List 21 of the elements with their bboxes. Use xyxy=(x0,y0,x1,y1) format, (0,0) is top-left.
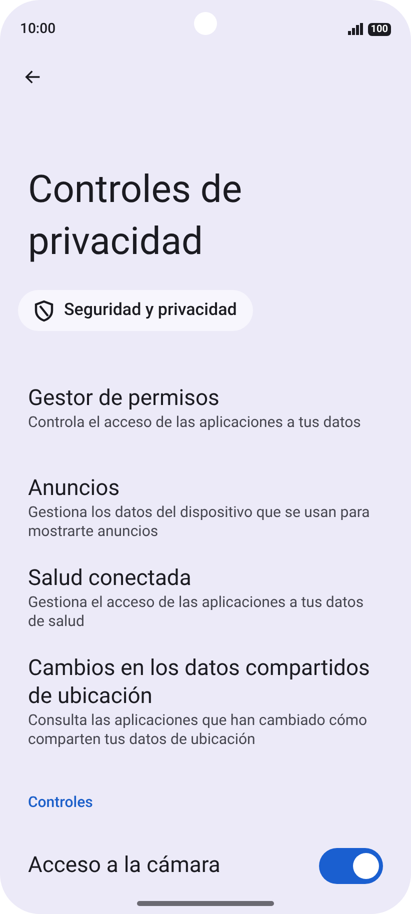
signal-icon xyxy=(348,23,364,35)
page-title: Controles de privacidad xyxy=(28,167,244,266)
item-subtitle: Gestiona los datos del dispositivo que se usan para mostrarte anuncios xyxy=(28,503,371,541)
toggle-switch[interactable] xyxy=(319,848,383,884)
item-subtitle: Consulta las aplicaciones que han cambiado cómo comparten tus datos de ubicación xyxy=(28,711,368,749)
shield-icon xyxy=(34,300,54,322)
settings-item[interactable]: Salud conectada Gestiona el acceso de las aplicaciones a tus datos de salud xyxy=(0,553,411,643)
item-title: Gestor de permisos xyxy=(28,385,220,413)
settings-item[interactable]: Cambios en los datos compartidos de ubicación Consulta las aplicaciones que han cambiado cómo comparten tus datos de ubicación xyxy=(0,643,411,761)
toggle-label: Acceso a la cámara xyxy=(28,852,220,880)
item-title: Anuncios xyxy=(28,475,121,503)
settings-item[interactable]: Anuncios Gestiona los datos del dispositivo que se usan para mostrarte anuncios xyxy=(0,463,411,553)
item-subtitle: Gestiona el acceso de las aplicaciones a tus datos de salud xyxy=(28,593,365,631)
section-header: Controles xyxy=(28,792,94,813)
item-title: Cambios en los datos compartidos de ubicación xyxy=(28,655,371,711)
battery-level: 100 xyxy=(368,22,391,36)
item-title: Salud conectada xyxy=(28,565,192,593)
status-time: 10:00 xyxy=(20,20,56,38)
item-subtitle: Controla el acceso de las aplicaciones a tus datos xyxy=(28,413,362,432)
security-chip[interactable]: Seguridad y privacidad xyxy=(18,290,253,331)
settings-item[interactable]: Gestor de permisos Controla el acceso de las aplicaciones a tus datos xyxy=(0,373,411,463)
